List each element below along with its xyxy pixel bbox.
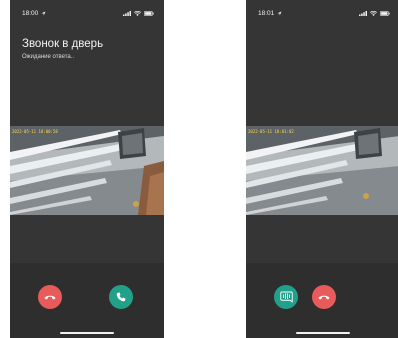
call-controls [10,263,164,338]
phone-icon [116,292,126,302]
signal-icon [123,11,131,16]
wifi-icon [370,11,377,16]
camera-frame [246,126,398,215]
location-arrow-icon [277,11,282,16]
camera-frame [10,126,164,215]
home-indicator[interactable] [60,332,114,334]
status-bar: 18:01 [246,9,398,19]
intercom-icon [279,291,293,303]
open-door-button[interactable] [274,285,298,309]
location-arrow-icon [41,11,46,16]
phone-hangup-icon [318,295,330,300]
wifi-icon [134,11,141,16]
accept-call-button[interactable] [109,285,133,309]
status-time: 18:01 [258,9,282,19]
battery-icon [380,11,390,16]
status-time: 18:00 [22,9,46,19]
video-timestamp: 2022-05-11 18:00:58 [12,129,58,134]
end-call-button[interactable] [312,285,336,309]
home-indicator[interactable] [296,332,350,334]
video-timestamp: 2022-05-11 18:01:02 [248,129,294,134]
active-call-screen: 18:01 2022-05-11 18:01:02 [246,0,398,338]
battery-icon [144,11,154,16]
incoming-call-screen: 18:00 Звонок в дверь Ожидание ответа.. 2… [10,0,164,338]
phone-hangup-icon [44,295,56,300]
decline-call-button[interactable] [38,285,62,309]
status-bar: 18:00 [10,9,164,19]
call-status-text: Ожидание ответа.. [22,54,75,60]
signal-icon [359,11,367,16]
call-title: Звонок в дверь [22,38,104,50]
door-camera-video: 2022-05-11 18:01:02 [246,126,398,215]
door-camera-video: 2022-05-11 18:00:58 [10,126,164,215]
